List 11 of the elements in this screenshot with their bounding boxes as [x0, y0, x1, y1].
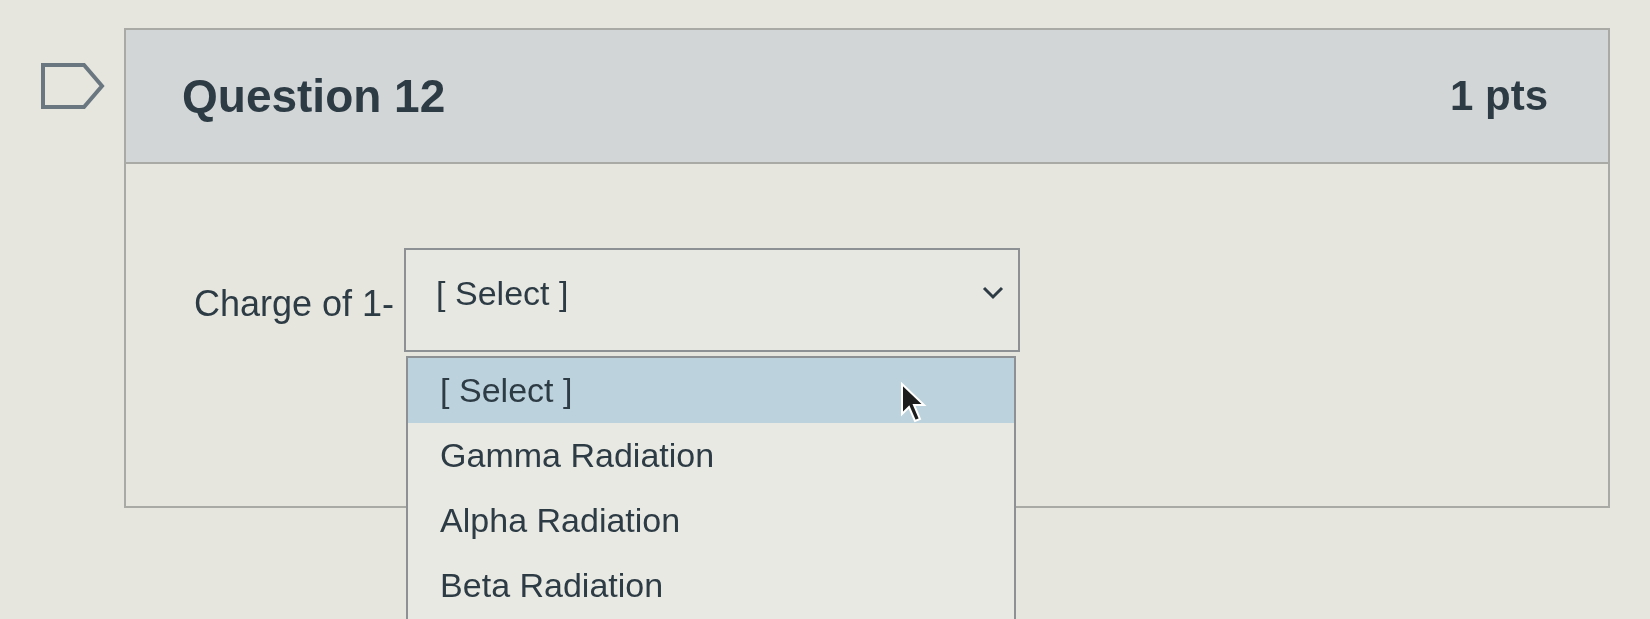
- mouse-cursor-icon: [900, 382, 929, 424]
- dropdown-option[interactable]: Alpha Radiation: [408, 488, 1015, 553]
- dropdown-option[interactable]: Gamma Radiation: [408, 423, 1015, 488]
- chevron-down-icon: [982, 286, 1005, 300]
- points: 1 pts: [1449, 72, 1548, 120]
- question-title: Question 12: [182, 69, 446, 123]
- dropdown-option[interactable]: Beta Radiation: [408, 553, 1015, 618]
- bookmark-flag-icon[interactable]: [40, 62, 106, 110]
- answer-select[interactable]: [ Select ]: [404, 248, 1021, 352]
- question-prompt: Charge of 1-: [194, 282, 395, 325]
- dropdown-option[interactable]: [ Select ]: [408, 358, 1015, 423]
